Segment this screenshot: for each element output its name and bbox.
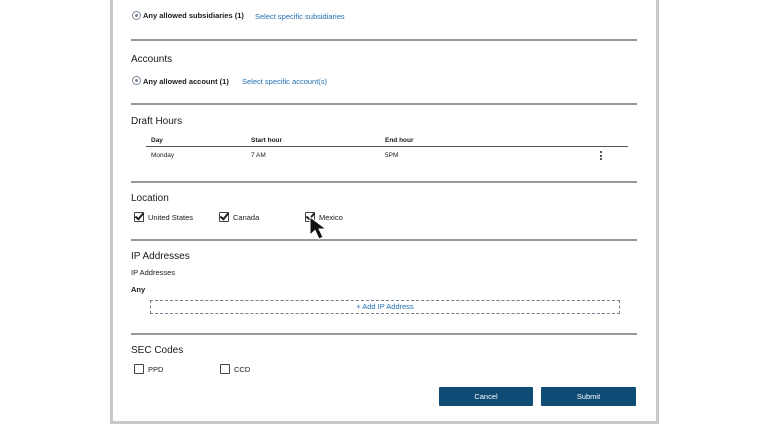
checkbox-canada[interactable]: [219, 210, 230, 222]
checkbox-ppd[interactable]: [134, 364, 144, 374]
divider: [131, 103, 637, 105]
checkbox-label-united-states: United States: [148, 213, 194, 222]
cancel-button[interactable]: Cancel: [439, 387, 533, 406]
select-subsidiaries-link[interactable]: Select specific subsidiaries: [255, 12, 345, 21]
checkbox-label-canada: Canada: [233, 213, 260, 222]
divider: [131, 39, 637, 41]
select-accounts-link[interactable]: Select specific account(s): [242, 77, 327, 86]
accounts-option-label: Any allowed account (1): [143, 77, 229, 86]
draft-hours-title: Draft Hours: [131, 116, 183, 127]
table-header-divider: [146, 146, 628, 147]
submit-button[interactable]: Submit: [541, 387, 636, 406]
more-options-icon[interactable]: [600, 150, 602, 161]
divider: [131, 181, 637, 183]
ip-addresses-title: IP Addresses: [131, 251, 190, 262]
ip-addresses-value: Any: [131, 285, 146, 294]
location-title: Location: [131, 193, 169, 204]
ip-addresses-sublabel: IP Addresses: [131, 268, 176, 277]
checkbox-united-states[interactable]: [134, 210, 145, 222]
add-ip-address-button[interactable]: + Add IP Address: [151, 302, 619, 311]
accounts-title: Accounts: [131, 54, 173, 65]
table-cell-start: 7 AM: [251, 152, 266, 159]
table-cell-day: Monday: [151, 152, 175, 159]
column-header-end-hour: End hour: [385, 137, 414, 144]
radio-selected-icon[interactable]: [132, 76, 141, 85]
checkbox-label-ccd: CCD: [234, 365, 251, 374]
add-ip-address-dropzone[interactable]: + Add IP Address: [150, 300, 620, 314]
divider: [131, 333, 637, 335]
subsidiaries-option-label: Any allowed subsidiaries (1): [143, 11, 244, 20]
form-panel: [110, 0, 659, 424]
radio-selected-icon[interactable]: [132, 11, 141, 20]
checkbox-ccd[interactable]: [220, 364, 230, 374]
sec-codes-title: SEC Codes: [131, 345, 184, 356]
divider: [131, 239, 637, 241]
column-header-start-hour: Start hour: [251, 137, 283, 144]
mouse-pointer-icon: [309, 216, 328, 240]
checkbox-label-ppd: PPD: [148, 365, 164, 374]
column-header-day: Day: [151, 137, 163, 144]
table-cell-end: 5PM: [385, 152, 399, 159]
